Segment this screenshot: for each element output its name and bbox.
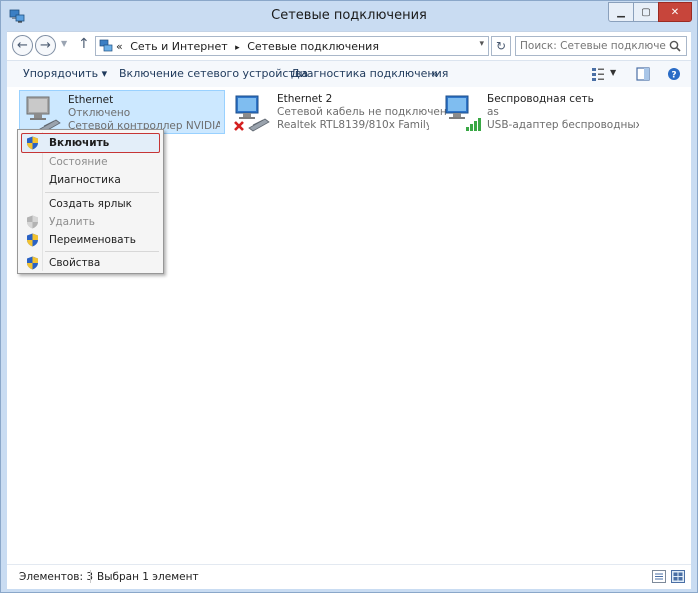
ethernet-disabled-icon	[26, 96, 61, 133]
menu-item-diagnostics[interactable]: Диагностика	[21, 170, 160, 190]
close-icon: ✕	[670, 6, 680, 18]
wireless-network-icon	[445, 95, 481, 131]
menu-separator	[45, 192, 159, 193]
menu-item-label: Состояние	[49, 156, 108, 168]
uac-shield-icon	[27, 233, 38, 247]
menu-item-enable[interactable]: Включить	[21, 133, 160, 153]
diagnose-connection-button[interactable]: Диагностика подключения	[291, 67, 448, 80]
close-button[interactable]: ✕	[658, 2, 692, 22]
command-bar: Упорядочить ▾ Включение сетевого устройс…	[7, 60, 691, 88]
refresh-button[interactable]: ↻	[491, 36, 511, 56]
navigation-bar: ← → ▼ ↑ « Сеть и Интернет ▸ Сетевые подк…	[7, 31, 691, 60]
address-history-chevron-down-icon[interactable]: ▾	[479, 39, 484, 49]
title-bar: Сетевые подключения ▁ ▢ ✕	[1, 1, 697, 31]
window-title: Сетевые подключения	[271, 8, 427, 23]
menu-item-label: Создать ярлык	[49, 198, 133, 210]
menu-item-properties[interactable]: Свойства	[21, 253, 160, 273]
svg-text:?: ?	[671, 71, 676, 81]
menu-item-delete: Удалить	[21, 212, 160, 232]
breadcrumb-overflow[interactable]: «	[116, 40, 123, 53]
menu-item-label: Удалить	[49, 216, 95, 228]
search-input[interactable]	[515, 36, 687, 56]
window-frame: Сетевые подключения ▁ ▢ ✕ ← → ▼ ↑ « Сеть…	[0, 0, 698, 593]
menu-separator	[45, 251, 159, 252]
connection-device: Realtek RTL8139/810x Family Fast ...	[277, 119, 429, 131]
large-icons-view-icon[interactable]	[671, 570, 685, 583]
connection-name: Беспроводная сеть	[487, 93, 594, 105]
ethernet-cable-unplugged-icon	[234, 95, 270, 132]
connection-wireless[interactable]: Беспроводная сеть as USB-адаптер беспров…	[439, 90, 645, 134]
breadcrumb-network-internet[interactable]: Сеть и Интернет	[130, 40, 227, 53]
help-icon[interactable]: ?	[667, 67, 681, 81]
menu-item-label: Свойства	[49, 257, 101, 269]
details-view-icon[interactable]	[652, 570, 666, 583]
uac-shield-icon	[27, 136, 38, 150]
maximize-icon: ▢	[641, 6, 651, 18]
recent-locations-chevron-down-icon[interactable]: ▼	[61, 39, 67, 48]
status-separator	[90, 570, 91, 583]
network-folder-icon	[99, 39, 113, 52]
search-icon[interactable]	[669, 40, 681, 52]
organize-button[interactable]: Упорядочить ▾	[23, 67, 107, 80]
preview-pane-icon[interactable]	[636, 67, 650, 81]
uac-shield-disabled-icon	[27, 215, 38, 229]
selection-count: Выбран 1 элемент	[97, 571, 199, 583]
enable-device-button[interactable]: Включение сетевого устройства	[119, 67, 308, 80]
status-bar: Элементов: 3 Выбран 1 элемент	[7, 564, 691, 589]
breadcrumb-separator[interactable]: ▸	[235, 43, 240, 53]
connection-ethernet[interactable]: Ethernet Отключено Сетевой контроллер NV…	[19, 90, 225, 134]
context-menu: Включить Состояние Диагностика Создать я…	[17, 129, 164, 274]
connection-ethernet-2[interactable]: Ethernet 2 Сетевой кабель не подключен R…	[229, 90, 447, 134]
forward-button[interactable]: →	[35, 35, 56, 56]
menu-item-label: Диагностика	[49, 174, 121, 186]
breadcrumb: « Сеть и Интернет ▸ Сетевые подключения	[116, 40, 379, 53]
menu-item-label: Переименовать	[49, 234, 136, 246]
connection-status: as	[487, 106, 499, 118]
connection-name: Ethernet 2	[277, 93, 333, 105]
menu-item-rename[interactable]: Переименовать	[21, 230, 160, 250]
menu-item-status: Состояние	[21, 152, 160, 172]
menu-item-label: Включить	[49, 137, 110, 149]
connection-status: Сетевой кабель не подключен	[277, 106, 447, 118]
address-bar[interactable]: « Сеть и Интернет ▸ Сетевые подключения …	[95, 36, 489, 56]
refresh-icon: ↻	[495, 39, 507, 53]
up-arrow-icon[interactable]: ↑	[78, 36, 90, 52]
menu-item-create-shortcut[interactable]: Создать ярлык	[21, 194, 160, 214]
change-view-icon[interactable]	[591, 67, 605, 81]
back-button[interactable]: ←	[12, 35, 33, 56]
connection-device: USB-адаптер беспроводных сете...	[487, 119, 639, 131]
view-options-chevron-down-icon[interactable]: ▼	[610, 68, 616, 77]
connection-name: Ethernet	[68, 94, 114, 106]
connection-status: Отключено	[68, 107, 131, 119]
arrow-right-icon: →	[40, 38, 51, 53]
arrow-left-icon: ←	[17, 38, 28, 53]
maximize-button[interactable]: ▢	[633, 2, 659, 22]
minimize-icon: ▁	[617, 6, 625, 18]
minimize-button[interactable]: ▁	[608, 2, 634, 22]
item-count: Элементов: 3	[19, 571, 94, 583]
more-commands-button[interactable]: »	[431, 67, 438, 80]
breadcrumb-network-connections[interactable]: Сетевые подключения	[247, 40, 379, 53]
uac-shield-icon	[27, 256, 38, 270]
